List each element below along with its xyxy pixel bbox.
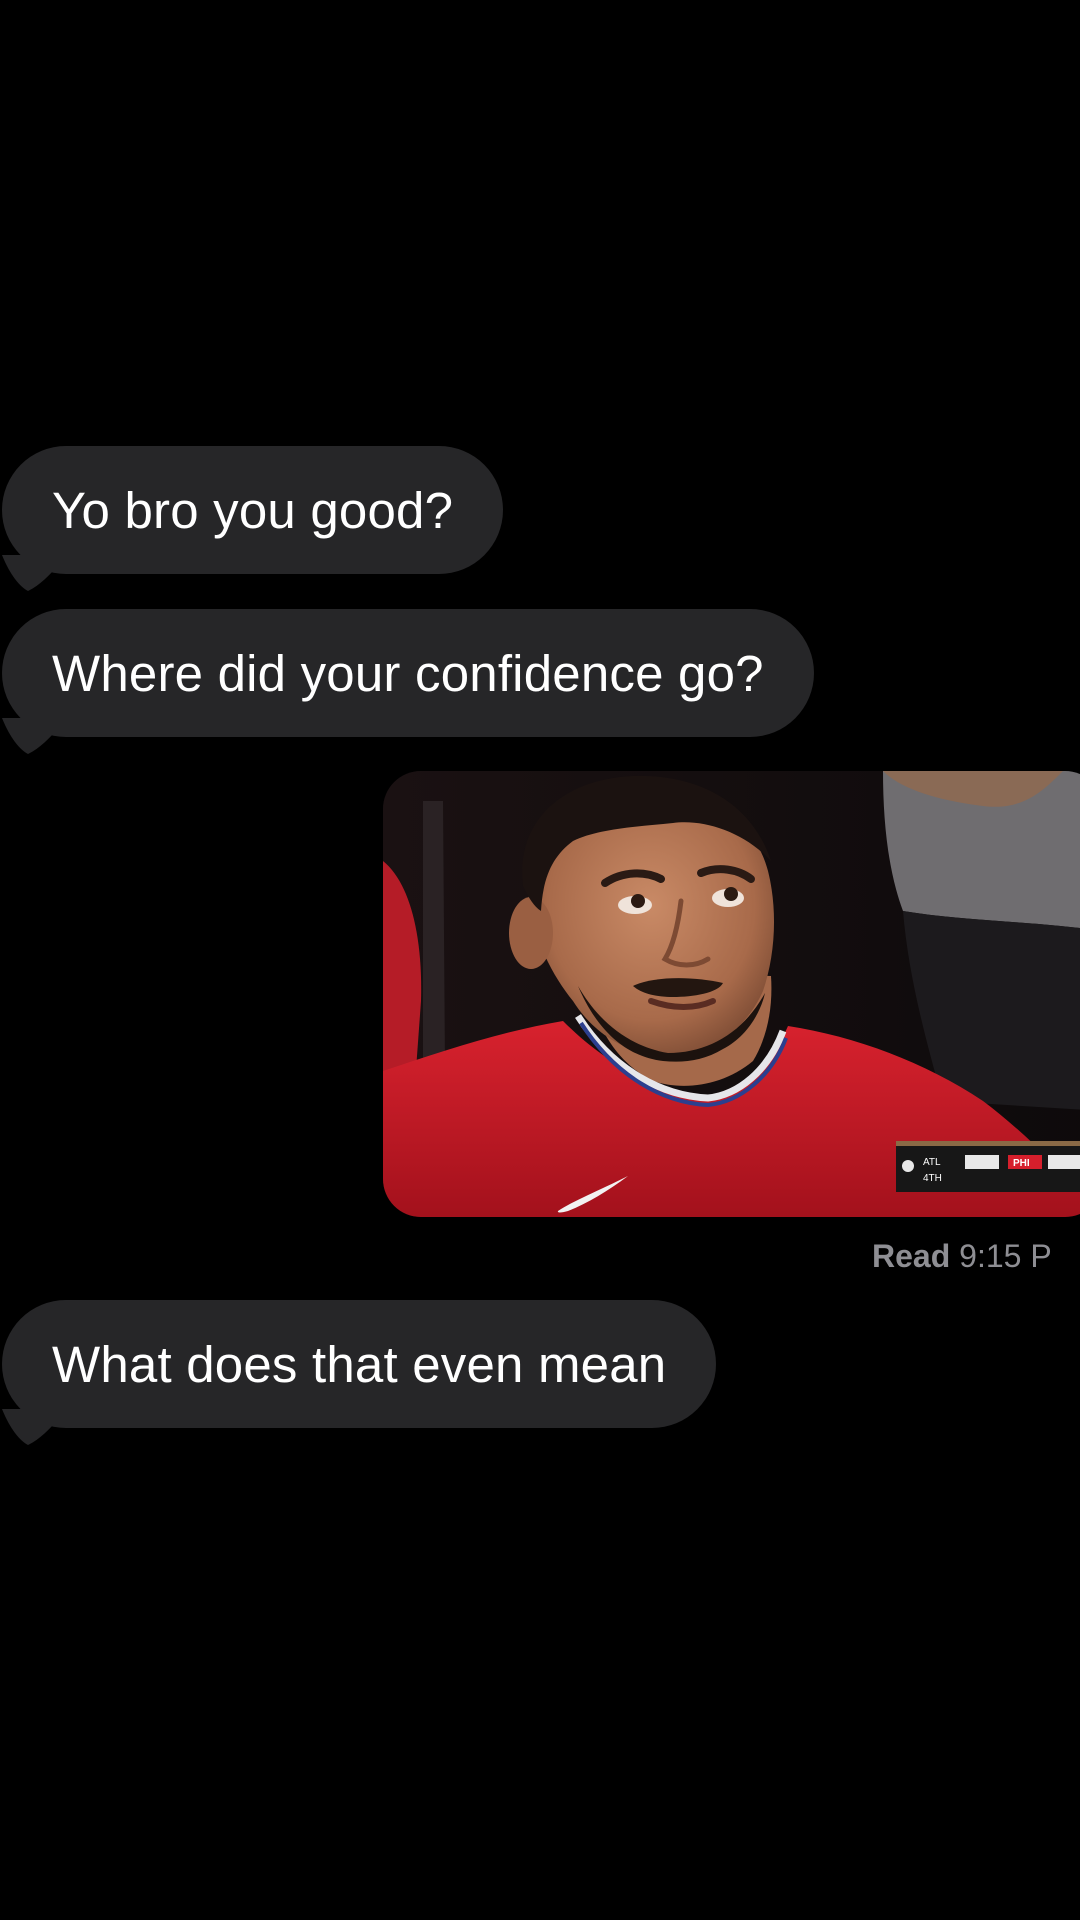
incoming-message-bubble[interactable]: What does that even mean [2, 1300, 717, 1428]
scorebug-period: 4TH [923, 1173, 942, 1184]
scorebug: ATL 4TH PHI [896, 1141, 1080, 1192]
message-thread: Yo bro you good? Where did your confiden… [0, 0, 1080, 1920]
read-receipt-label: Read [872, 1238, 951, 1274]
incoming-message-bubble[interactable]: Yo bro you good? [2, 446, 504, 574]
scorebug-team-2: PHI [1013, 1158, 1030, 1169]
message-text: Yo bro you good? [52, 481, 454, 539]
scorebug-team-1: ATL [923, 1157, 941, 1168]
message-text: Where did your confidence go? [52, 644, 764, 702]
message-text: What does that even mean [52, 1335, 667, 1393]
read-receipt: Read 9:15 P [872, 1238, 1052, 1275]
basketball-player-reaction-gif-icon: ATL 4TH PHI [383, 771, 1080, 1217]
outgoing-gif-message[interactable]: ATL 4TH PHI [383, 771, 1080, 1217]
incoming-message-bubble[interactable]: Where did your confidence go? [2, 609, 814, 737]
read-receipt-time: 9:15 P [959, 1238, 1052, 1274]
